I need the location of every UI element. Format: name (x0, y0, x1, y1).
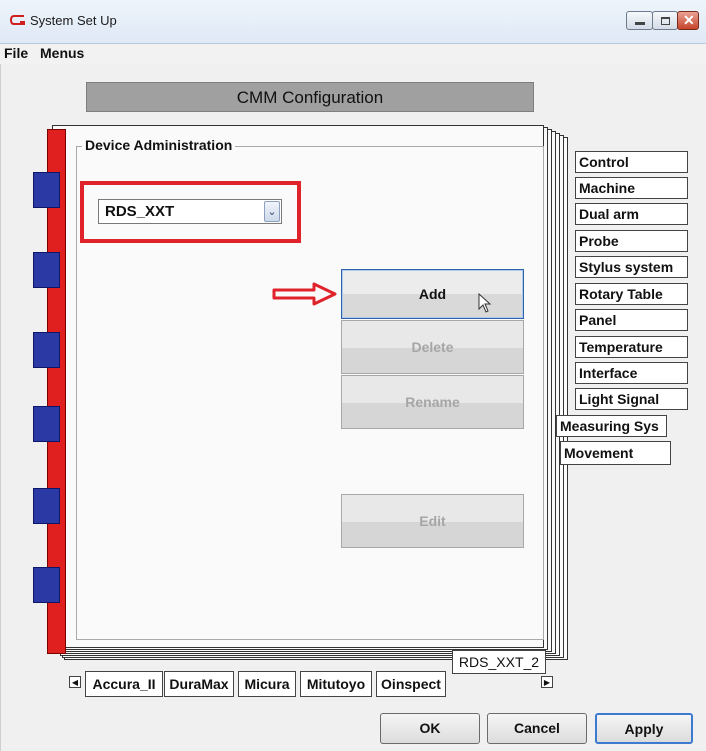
menu-menus[interactable]: Menus (40, 45, 84, 61)
tab-stylus-system[interactable]: Stylus system (575, 256, 688, 278)
tab-interface[interactable]: Interface (575, 362, 688, 384)
tab-control[interactable]: Control (575, 151, 688, 173)
maximize-icon (661, 17, 670, 25)
tab-micura[interactable]: Micura (238, 671, 296, 697)
app-icon (10, 15, 25, 25)
close-icon: ✕ (683, 12, 695, 28)
close-button[interactable]: ✕ (677, 11, 699, 30)
binder-tab[interactable] (33, 406, 60, 442)
scroll-right-icon[interactable]: ▶ (541, 676, 553, 688)
maximize-button[interactable] (652, 11, 678, 30)
tab-current-page[interactable]: RDS_XXT_2 (452, 650, 546, 674)
tab-dual-arm[interactable]: Dual arm (575, 203, 688, 225)
window-title: System Set Up (30, 13, 117, 28)
menu-file[interactable]: File (4, 45, 28, 61)
tab-machine[interactable]: Machine (575, 177, 688, 199)
add-button[interactable]: Add (341, 269, 524, 319)
edit-button[interactable]: Edit (341, 494, 524, 548)
tab-oinspect[interactable]: Oinspect (376, 671, 446, 697)
binder-tab[interactable] (33, 488, 60, 524)
binder-tab[interactable] (33, 252, 60, 288)
binder-tab[interactable] (33, 567, 60, 603)
chevron-down-icon[interactable]: ⌄ (264, 201, 280, 222)
page-title: CMM Configuration (86, 82, 534, 112)
group-label: Device Administration (82, 137, 236, 153)
minimize-icon (635, 22, 645, 25)
binder-tab[interactable] (33, 332, 60, 368)
delete-button[interactable]: Delete (341, 320, 524, 374)
minimize-button[interactable] (626, 11, 653, 30)
tab-probe[interactable]: Probe (575, 230, 688, 252)
tab-measuring-sys[interactable]: Measuring Sys (556, 415, 667, 437)
cancel-button[interactable]: Cancel (487, 713, 587, 744)
tab-mitutoyo[interactable]: Mitutoyo (300, 671, 372, 697)
mouse-cursor-icon (478, 293, 492, 313)
binder-tab[interactable] (33, 172, 60, 208)
tab-duramax[interactable]: DuraMax (164, 671, 234, 697)
tab-light-signal[interactable]: Light Signal (575, 388, 688, 410)
tab-temperature[interactable]: Temperature (575, 336, 688, 358)
tab-rotary-table[interactable]: Rotary Table (575, 283, 688, 305)
scroll-left-icon[interactable]: ◀ (69, 676, 81, 688)
apply-button[interactable]: Apply (595, 713, 693, 744)
tab-movement[interactable]: Movement (560, 441, 671, 465)
ok-button[interactable]: OK (380, 713, 480, 744)
arrow-right-icon (272, 282, 337, 306)
menu-bar (0, 44, 706, 64)
tab-accura[interactable]: Accura_II (85, 671, 163, 697)
device-dropdown-value: RDS_XXT (105, 203, 175, 220)
rename-button[interactable]: Rename (341, 375, 524, 429)
tab-panel[interactable]: Panel (575, 309, 688, 331)
